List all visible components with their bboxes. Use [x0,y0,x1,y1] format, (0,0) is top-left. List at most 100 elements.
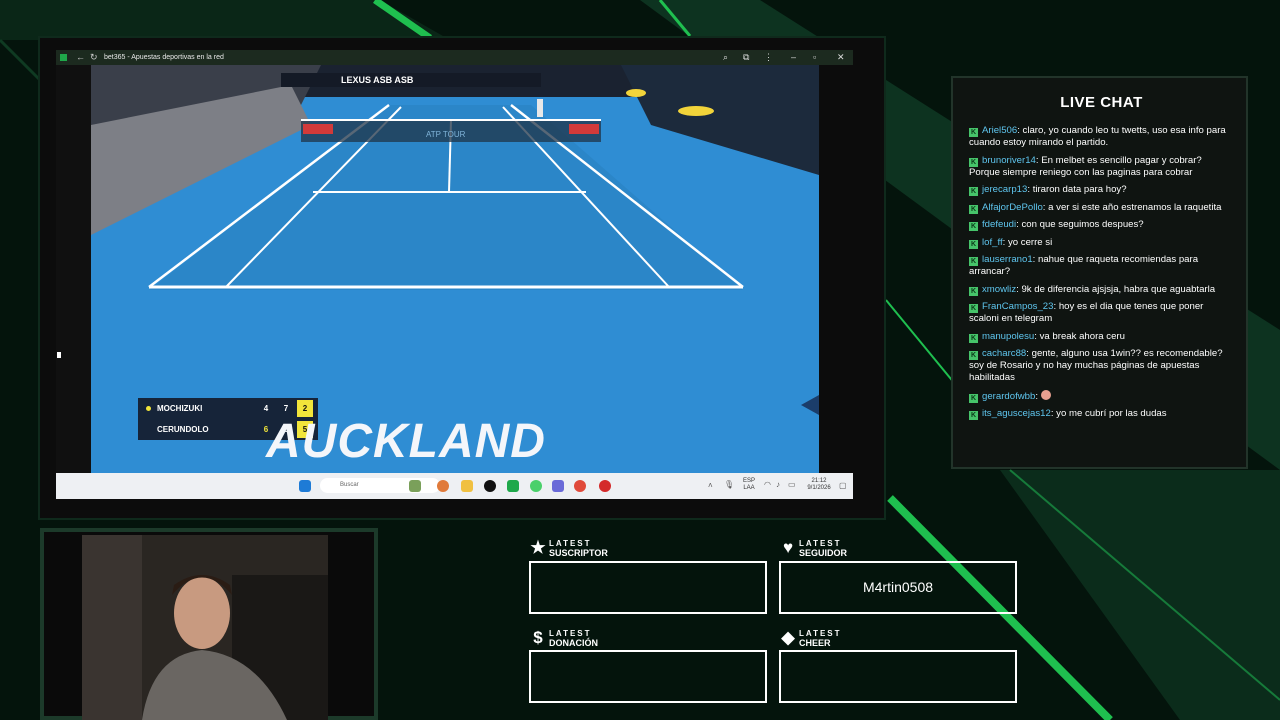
notifications-icon[interactable]: ▢ [839,481,847,490]
court-sponsor-text: ATP TOUR [426,130,466,139]
battery-icon[interactable]: ▭ [788,480,796,489]
kick-badge-icon: K [969,393,978,403]
chat-message: Kits_aguscejas12: yo me cubrí por las du… [969,408,1167,420]
latest-label: LATEST [549,539,592,548]
windows-start-icon[interactable] [299,480,311,492]
chat-username[interactable]: lof_ff [982,237,1003,248]
chat-message: Kbrunoriver14: En melbet es sencillo pag… [969,154,1202,178]
chat-message: K FranCampos_23: hoy es el dia que tenes … [969,301,1204,324]
kick-badge-icon: K [969,411,978,420]
chat-username[interactable]: its_aguscejas12 [982,408,1051,419]
tray-chevron-up-icon[interactable]: ˄ [708,481,713,490]
chat-message: Kfdefeudi: con que seguimos despues? [969,219,1144,231]
copilot-icon[interactable] [437,480,449,492]
volume-icon[interactable]: ♪ [776,480,780,489]
kick-badge-icon: K [969,304,978,313]
chat-title: LIVE CHAT [1060,94,1143,111]
diamond-icon: ◆ [781,628,795,647]
latest-donacion-box [529,650,767,703]
chat-text: tiraron data para hoy? [1032,184,1127,195]
dollar-icon: $ [533,628,543,647]
microphone-icon[interactable]: 🎙 [724,480,734,489]
zoom-icon[interactable]: ⌕ [723,50,728,65]
excel-icon[interactable] [507,480,519,492]
browser-title-bar: ← ↻ bet365 - Apuestas deportivas en la r… [56,50,853,65]
whatsapp-icon[interactable] [530,480,542,492]
emote-icon [1040,389,1051,400]
close-icon[interactable]: ✕ [837,50,845,65]
chat-message: Klof_ff: yo cerre si [969,236,1053,249]
widget-kind: SUSCRIPTOR [549,548,608,558]
chat-text: 9k de diferencia ajsjsja, habra que agua… [1021,283,1216,295]
chat-text: a ver si este año estrenamos la raquetit… [1048,201,1222,213]
more-menu-icon[interactable]: ⋮ [764,50,773,65]
kick-badge-icon: K [969,239,978,249]
latest-suscriptor-header: ★ LATEST SUSCRIPTOR [529,539,729,559]
taskbar-clock[interactable]: 21:12 9/1/2026 [802,478,836,492]
chat-username[interactable]: jerecarp13 [982,184,1027,195]
kick-badge-icon: K [969,204,978,214]
latest-label: LATEST [549,629,592,638]
clock-time: 21:12 [811,478,827,484]
maximize-icon[interactable]: ▫ [813,50,816,65]
video-letterbox [56,65,91,473]
taskbar-search-input[interactable]: Buscar [320,478,440,493]
teams-icon[interactable] [552,480,564,492]
webcam-feed [82,535,328,720]
lang-code: ESP [742,478,755,484]
chat-username[interactable]: lauserrano1 [982,254,1033,265]
chat-username[interactable]: brunoriver14 [982,155,1036,166]
file-explorer-icon[interactable] [461,480,473,492]
chat-username[interactable]: FranCampos_23 [982,301,1053,312]
clock-date: 9/1/2026 [807,485,831,491]
latest-label: LATEST [799,539,842,548]
chat-username[interactable]: Ariel506 [982,125,1017,136]
chat-username[interactable]: cacharc88 [982,348,1026,359]
serving-indicator-icon [146,406,151,411]
chat-text: con que seguimos despues? [1021,219,1144,230]
star-icon: ★ [530,538,546,557]
chat-username[interactable]: AlfajorDePollo [982,202,1043,213]
tiktok-icon[interactable] [484,480,496,492]
latest-cheer-box [779,650,1017,703]
chat-username[interactable]: manupolesu [982,331,1034,342]
kick-badge-icon: K [969,351,978,360]
kick-badge-icon: K [969,157,978,167]
chat-message: Kgerardofwbb: [969,389,1231,403]
kick-badge-icon: K [969,128,978,137]
chat-username[interactable]: xmowliz [982,284,1016,295]
kick-badge-icon: K [969,187,978,196]
chat-username[interactable]: fdefeudi [982,219,1016,230]
keyboard-language-indicator[interactable]: ESP LAA [742,478,756,492]
streamer-silhouette [82,535,328,720]
bet365-favicon-icon [60,54,67,61]
svg-text:LEXUS ASB ASB: LEXUS ASB ASB [341,75,414,85]
mouse-cursor-icon [57,352,61,358]
latest-donacion-header: $ LATEST DONACIÓN [529,629,729,649]
chat-message: Kjerecarp13: tiraron data para hoy? [969,184,1127,196]
lang-layout: LAA [743,485,755,491]
heart-icon: ♥ [782,538,794,557]
widgets-icon[interactable] [409,480,421,492]
chat-username[interactable]: gerardofwbb [982,391,1035,402]
back-arrow-icon[interactable]: ← [76,50,85,65]
chat-message: Klauserrano1: nahue que raqueta recomien… [969,254,1199,277]
extensions-icon[interactable]: ⧉ [743,50,749,65]
latest-seguidor-box: M4rtin0508 [779,561,1017,614]
player1-name: MOCHIZUKI [157,404,203,413]
chrome-icon[interactable] [574,480,586,492]
chat-message: Kcacharc88: gente, alguno usa 1win?? es … [969,348,1223,383]
chat-text: yo cerre si [1007,236,1053,248]
kick-badge-icon: K [969,333,978,343]
latest-label: LATEST [799,629,842,638]
latest-suscriptor-box [529,561,767,614]
reload-icon[interactable]: ↻ [90,50,98,65]
live-chat-panel: LIVE CHAT K Ariel506: claro, yo cuando le… [951,76,1248,469]
chat-text: yo me cubrí por las dudas [1056,408,1167,419]
chat-message: Kmanupolesu: va break ahora ceru [969,330,1125,343]
obs-recording-icon[interactable] [599,480,611,492]
wifi-icon[interactable]: ◠ [764,480,771,489]
player2-name: CERUNDOLO [157,425,209,434]
widget-kind: SEGUIDOR [799,548,848,558]
minimize-icon[interactable]: – [791,50,796,65]
